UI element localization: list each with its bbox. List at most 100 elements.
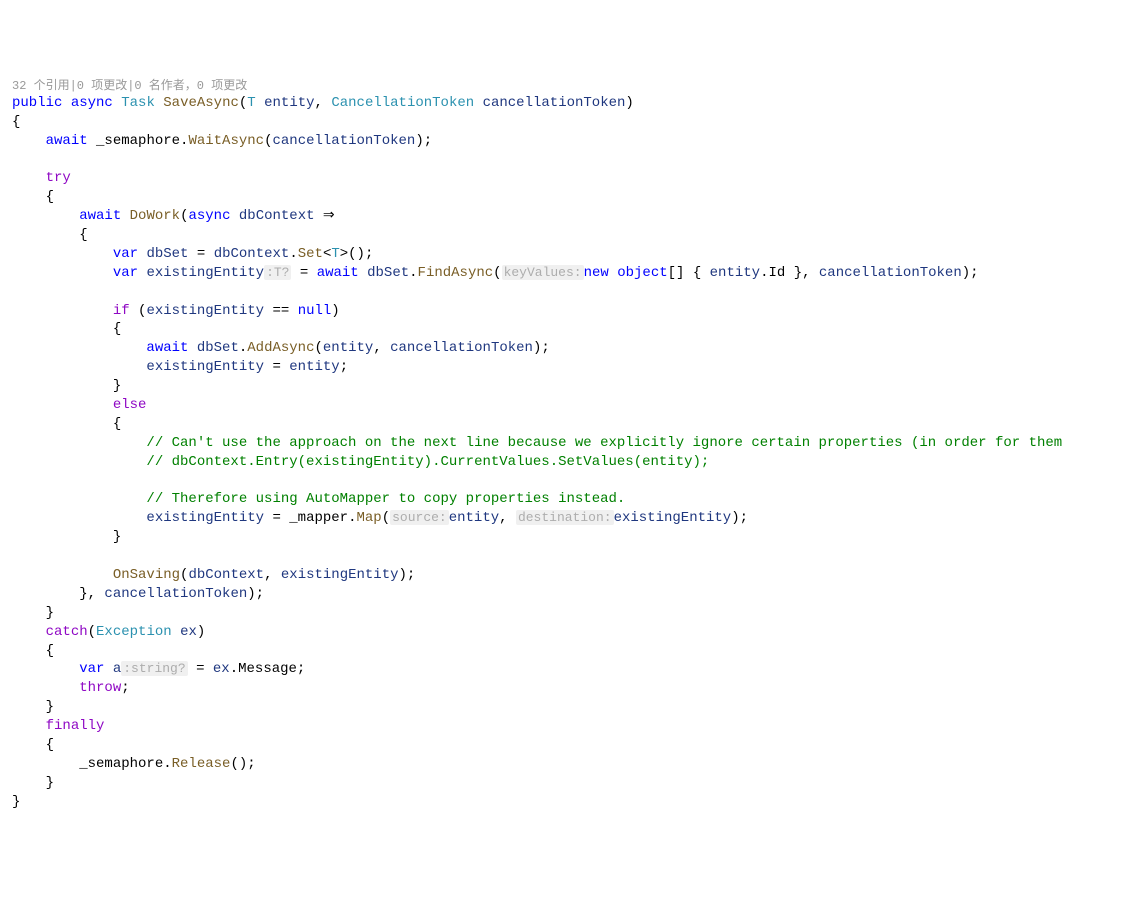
inline-hint-destination: destination: — [516, 510, 614, 525]
keyword-try: try — [46, 170, 71, 186]
code-line: { — [12, 642, 1134, 661]
method-waitasync: WaitAsync — [188, 133, 264, 149]
keyword-throw: throw — [79, 680, 121, 696]
param-entity: entity — [323, 340, 373, 356]
local-ex: ex — [213, 661, 230, 677]
code-line: if (existingEntity == null) — [12, 302, 1134, 321]
keyword-await: await — [46, 133, 88, 149]
param-dbcontext: dbContext — [239, 208, 315, 224]
code-line: public async Task SaveAsync(T entity, Ca… — [12, 94, 1134, 113]
keyword-if: if — [113, 303, 130, 319]
local-existingentity: existingEntity — [281, 567, 399, 583]
code-line: throw; — [12, 679, 1134, 698]
param-ct: cancellationToken — [272, 133, 415, 149]
code-line: } — [12, 774, 1134, 793]
local-existingentity: existingEntity — [614, 510, 732, 526]
param-entity: entity — [710, 265, 760, 281]
keyword-var: var — [79, 661, 104, 677]
code-line: } — [12, 528, 1134, 547]
prop-message: Message — [238, 661, 297, 677]
code-line: } — [12, 698, 1134, 717]
local-existingentity: existingEntity — [146, 510, 264, 526]
method-onsaving: OnSaving — [113, 567, 180, 583]
code-editor[interactable]: 32 个引用|0 项更改|0 名作者，0 项更改public async Tas… — [12, 78, 1134, 812]
lambda-arrow: ⇒ — [323, 208, 335, 224]
code-line: await _semaphore.WaitAsync(cancellationT… — [12, 132, 1134, 151]
code-line: await DoWork(async dbContext ⇒ — [12, 207, 1134, 226]
local-existingentity: existingEntity — [146, 359, 264, 375]
param-dbcontext: dbContext — [188, 567, 264, 583]
inline-hint-source: source: — [390, 510, 449, 525]
keyword-async: async — [188, 208, 230, 224]
code-line: existingEntity = entity; — [12, 358, 1134, 377]
codelens-info[interactable]: 32 个引用|0 项更改|0 名作者，0 项更改 — [12, 78, 1134, 94]
param-cancellationtoken: cancellationToken — [483, 95, 626, 111]
field-semaphore: _semaphore — [96, 133, 180, 149]
code-line — [12, 283, 1134, 302]
param-ct: cancellationToken — [104, 586, 247, 602]
type-task: Task — [121, 95, 155, 111]
code-line: } — [12, 793, 1134, 812]
param-dbcontext: dbContext — [214, 246, 290, 262]
code-line: try — [12, 169, 1134, 188]
code-line: } — [12, 604, 1134, 623]
code-line: _semaphore.Release(); — [12, 755, 1134, 774]
keyword-object: object — [617, 265, 667, 281]
code-line: var dbSet = dbContext.Set<T>(); — [12, 245, 1134, 264]
code-line: else — [12, 396, 1134, 415]
method-release: Release — [172, 756, 231, 772]
param-entity: entity — [289, 359, 339, 375]
code-line: { — [12, 226, 1134, 245]
code-line: existingEntity = _mapper.Map(source:enti… — [12, 509, 1134, 528]
field-mapper: _mapper — [289, 510, 348, 526]
comment: // Therefore using AutoMapper to copy pr… — [146, 491, 625, 507]
code-line: { — [12, 736, 1134, 755]
code-line: // Can't use the approach on the next li… — [12, 434, 1134, 453]
local-dbset: dbSet — [146, 246, 188, 262]
code-line: { — [12, 113, 1134, 132]
code-line — [12, 150, 1134, 169]
code-line: // Therefore using AutoMapper to copy pr… — [12, 490, 1134, 509]
keyword-async: async — [71, 95, 113, 111]
code-line — [12, 472, 1134, 491]
param-entity: entity — [264, 95, 314, 111]
code-line: { — [12, 415, 1134, 434]
method-findasync: FindAsync — [418, 265, 494, 281]
local-ex: ex — [180, 624, 197, 640]
keyword-await: await — [317, 265, 359, 281]
method-dowork: DoWork — [130, 208, 180, 224]
code-line: }, cancellationToken); — [12, 585, 1134, 604]
param-ct: cancellationToken — [390, 340, 533, 356]
code-line: await dbSet.AddAsync(entity, cancellatio… — [12, 339, 1134, 358]
code-line: var a:string? = ex.Message; — [12, 660, 1134, 679]
inline-hint-string: :string? — [121, 661, 187, 676]
inline-hint-keyvalues: keyValues: — [502, 265, 584, 280]
prop-id: Id — [768, 265, 785, 281]
method-saveasync: SaveAsync — [163, 95, 239, 111]
keyword-public: public — [12, 95, 62, 111]
local-existingentity: existingEntity — [146, 303, 264, 319]
keyword-var: var — [113, 246, 138, 262]
code-line: } — [12, 377, 1134, 396]
type-cancellationtoken: CancellationToken — [331, 95, 474, 111]
keyword-finally: finally — [46, 718, 105, 734]
code-line — [12, 547, 1134, 566]
local-existingentity: existingEntity — [146, 265, 264, 281]
type-t: T — [331, 246, 339, 262]
keyword-else: else — [113, 397, 147, 413]
keyword-await: await — [79, 208, 121, 224]
local-dbset: dbSet — [367, 265, 409, 281]
keyword-await: await — [146, 340, 188, 356]
type-exception: Exception — [96, 624, 172, 640]
code-line: catch(Exception ex) — [12, 623, 1134, 642]
method-addasync: AddAsync — [247, 340, 314, 356]
param-entity: entity — [449, 510, 499, 526]
comment: // dbContext.Entry(existingEntity).Curre… — [146, 454, 709, 470]
method-map: Map — [356, 510, 381, 526]
keyword-new: new — [584, 265, 609, 281]
type-t: T — [247, 95, 255, 111]
keyword-catch: catch — [46, 624, 88, 640]
code-line: finally — [12, 717, 1134, 736]
inline-hint-type: :T? — [264, 265, 291, 280]
code-line: OnSaving(dbContext, existingEntity); — [12, 566, 1134, 585]
